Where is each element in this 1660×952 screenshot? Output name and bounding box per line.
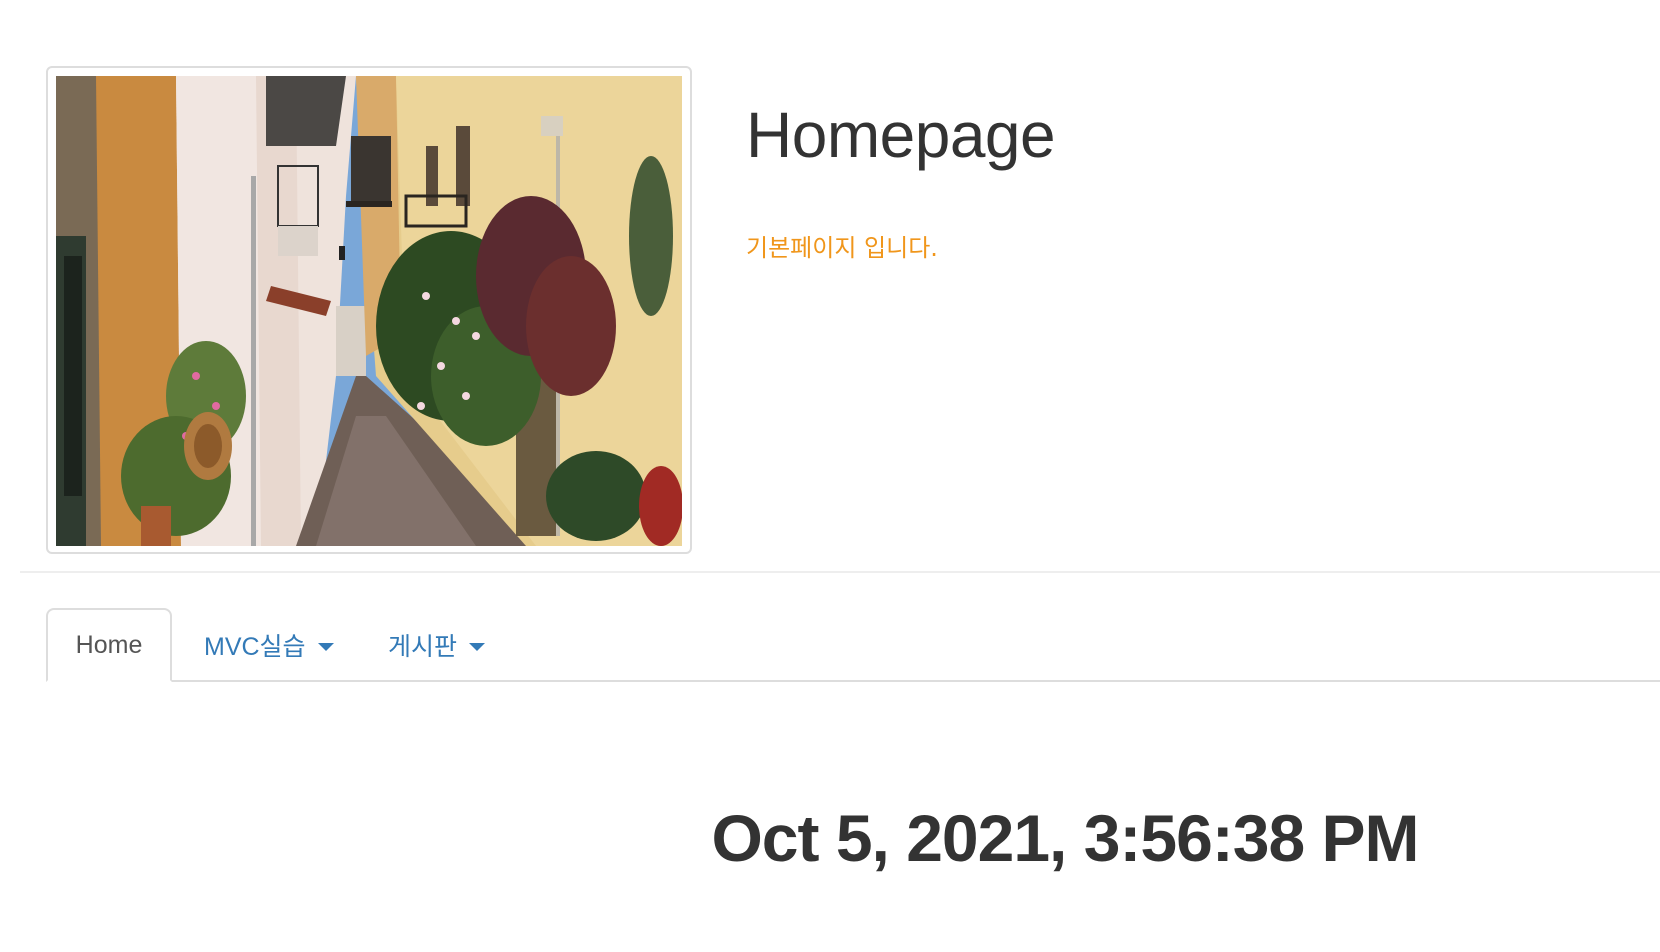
page-title: Homepage [746,99,1056,171]
tab-home-label: Home [75,630,143,659]
page-subtitle: 기본페이지 입니다. [746,234,938,262]
current-datetime: Oct 5, 2021, 3:56:38 PM [711,801,1419,875]
caret-down-icon [469,643,486,651]
tab-board-label: 게시판 [388,633,458,661]
page-header: Homepage 기본페이지 입니다. [0,0,1660,572]
tab-mvc-practice-dropdown[interactable]: MVC실습 [204,608,334,682]
header-photo-thumbnail [46,66,692,554]
tab-mvc-practice-label: MVC실습 [204,633,306,661]
alley-photo [56,76,682,546]
header-divider [20,571,1660,573]
tab-home[interactable]: Home [46,608,172,682]
tab-board-dropdown[interactable]: 게시판 [388,608,486,682]
nav-tabs: Home MVC실습 게시판 [46,608,1660,682]
caret-down-icon [317,643,334,651]
page: Homepage 기본페이지 입니다. Home MVC실습 게시판 Oct 5… [0,0,1660,952]
